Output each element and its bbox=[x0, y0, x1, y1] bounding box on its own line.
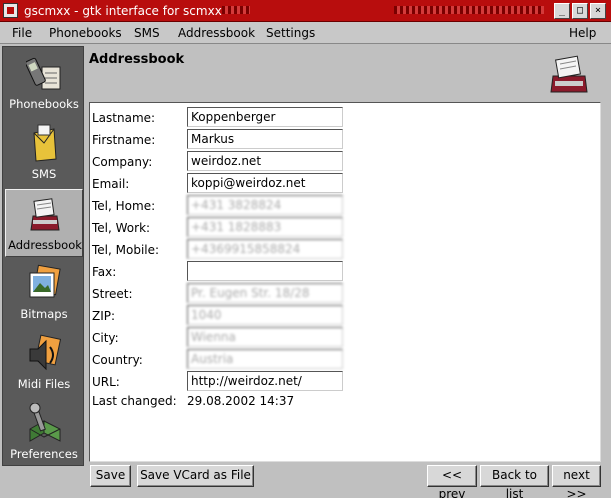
sidebar-item-phonebooks[interactable]: Phonebooks bbox=[5, 49, 83, 117]
menu-file[interactable]: File bbox=[12, 26, 32, 40]
save-vcard-button[interactable]: Save VCard as File bbox=[137, 465, 254, 487]
menu-settings[interactable]: Settings bbox=[266, 26, 315, 40]
addressbook-header-icon bbox=[550, 55, 588, 93]
contact-form: Lastname: Koppenberger Firstname: Markus… bbox=[89, 102, 601, 462]
sidebar-item-bitmaps[interactable]: Bitmaps bbox=[5, 259, 83, 327]
prev-button[interactable]: << prev bbox=[427, 465, 477, 498]
firstname-label: Firstname: bbox=[92, 133, 156, 147]
company-field[interactable]: weirdoz.net bbox=[187, 151, 343, 171]
street-label: Street: bbox=[92, 287, 133, 301]
last-changed-label: Last changed: bbox=[92, 394, 177, 408]
sidebar: Phonebooks SMS Addressbook Bitmaps Midi … bbox=[2, 46, 84, 466]
city-field[interactable]: Wienna bbox=[187, 327, 343, 347]
url-label: URL: bbox=[92, 375, 120, 389]
sidebar-item-sms[interactable]: SMS bbox=[5, 119, 83, 187]
sidebar-item-label: Midi Files bbox=[17, 377, 71, 391]
tel-home-label: Tel, Home: bbox=[92, 199, 156, 213]
maximize-button[interactable]: □ bbox=[572, 3, 588, 19]
menu-addressbook[interactable]: Addressbook bbox=[178, 26, 255, 40]
tel-mobile-field[interactable]: +4369915858824 bbox=[187, 239, 343, 259]
sidebar-item-label: Bitmaps bbox=[20, 307, 68, 321]
sidebar-item-addressbook[interactable]: Addressbook bbox=[5, 189, 83, 257]
title-bar[interactable]: gscmxx - gtk interface for scmxx _ □ × bbox=[0, 0, 611, 22]
sidebar-item-preferences[interactable]: Preferences bbox=[5, 399, 83, 467]
lastname-field[interactable]: Koppenberger bbox=[187, 107, 343, 127]
preferences-icon bbox=[29, 403, 61, 442]
tel-home-field[interactable]: +431 3828824 bbox=[187, 195, 343, 215]
country-field[interactable]: Austria bbox=[187, 349, 343, 369]
email-field[interactable]: koppi@weirdoz.net bbox=[187, 173, 343, 193]
zip-field[interactable]: 1040 bbox=[187, 305, 343, 325]
lastname-label: Lastname: bbox=[92, 111, 156, 125]
next-button[interactable]: next >> bbox=[552, 465, 601, 498]
page-title: Addressbook bbox=[89, 52, 185, 67]
country-label: Country: bbox=[92, 353, 143, 367]
company-label: Company: bbox=[92, 155, 153, 169]
window-title: gscmxx - gtk interface for scmxx bbox=[24, 4, 222, 18]
menu-bar: File Phonebooks SMS Addressbook Settings… bbox=[0, 22, 611, 44]
minimize-button[interactable]: _ bbox=[554, 3, 570, 19]
titlebar-decoration bbox=[222, 6, 250, 14]
url-field[interactable]: http://weirdoz.net/ bbox=[187, 371, 343, 391]
addressbook-icon bbox=[30, 198, 60, 231]
sidebar-item-label: Preferences bbox=[10, 447, 78, 461]
sms-icon bbox=[33, 124, 57, 162]
sidebar-item-label: Addressbook bbox=[8, 238, 82, 252]
street-field[interactable]: Pr. Eugen Str. 18/28 bbox=[187, 283, 343, 303]
tel-work-label: Tel, Work: bbox=[92, 221, 151, 235]
back-to-list-button[interactable]: Back to list bbox=[480, 465, 549, 498]
sidebar-item-label: SMS bbox=[31, 167, 57, 181]
bitmaps-icon bbox=[29, 264, 61, 298]
menu-sms[interactable]: SMS bbox=[134, 26, 160, 40]
tel-mobile-label: Tel, Mobile: bbox=[92, 243, 160, 257]
close-button[interactable]: × bbox=[590, 3, 606, 19]
fax-field[interactable] bbox=[187, 261, 343, 281]
last-changed-value: 29.08.2002 14:37 bbox=[187, 394, 295, 408]
sidebar-item-midi-files[interactable]: Midi Files bbox=[5, 329, 83, 397]
app-menu-icon[interactable] bbox=[3, 3, 18, 18]
email-label: Email: bbox=[92, 177, 130, 191]
phonebook-icon bbox=[26, 57, 61, 90]
tel-work-field[interactable]: +431 1828883 bbox=[187, 217, 343, 237]
city-label: City: bbox=[92, 331, 119, 345]
firstname-field[interactable]: Markus bbox=[187, 129, 343, 149]
sidebar-item-label: Phonebooks bbox=[9, 97, 79, 111]
menu-help[interactable]: Help bbox=[569, 26, 596, 40]
midi-icon bbox=[29, 334, 62, 371]
zip-label: ZIP: bbox=[92, 309, 116, 323]
menu-phonebooks[interactable]: Phonebooks bbox=[49, 26, 122, 40]
titlebar-decoration bbox=[394, 6, 544, 14]
save-button[interactable]: Save bbox=[90, 465, 131, 487]
fax-label: Fax: bbox=[92, 265, 117, 279]
